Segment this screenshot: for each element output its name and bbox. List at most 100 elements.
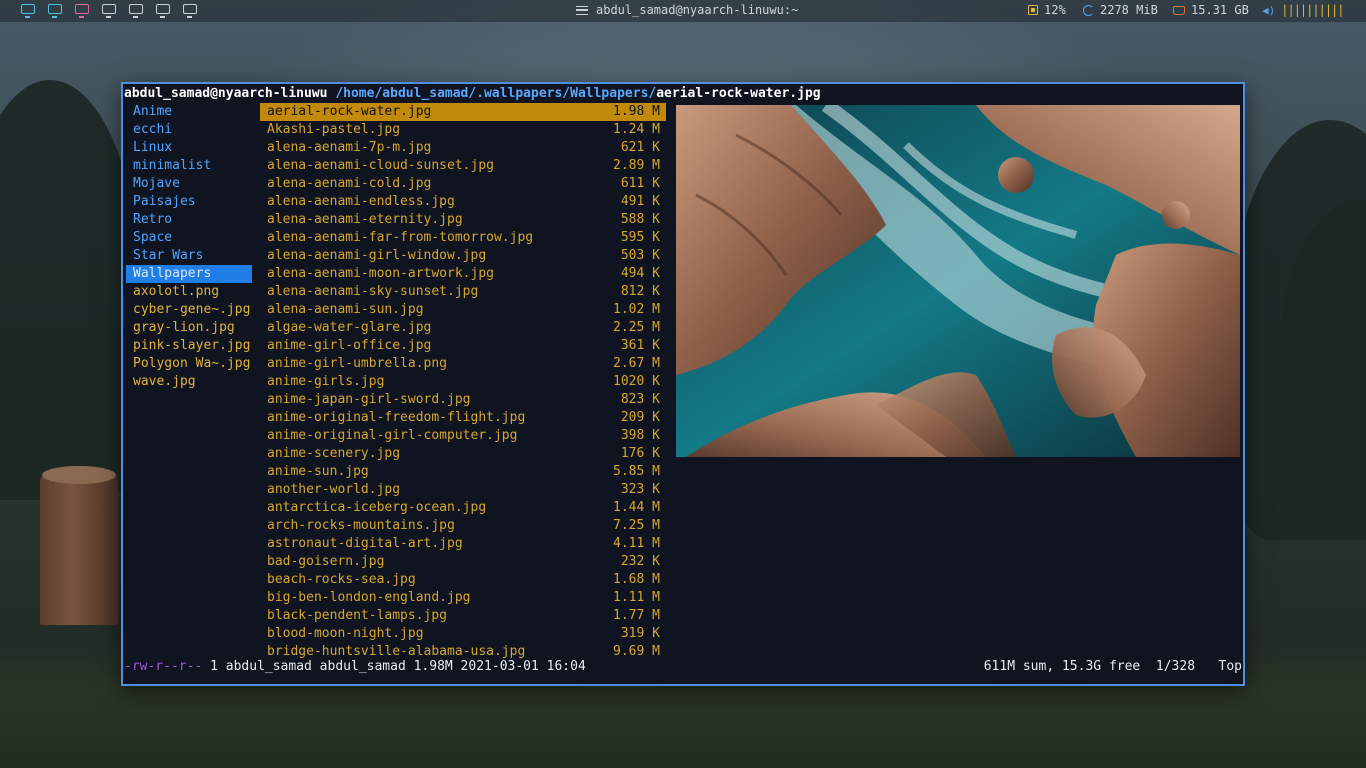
file-row[interactable]: alena-aenami-moon-artwork.jpg 494 K bbox=[260, 265, 666, 283]
file-name: Akashi-pastel.jpg bbox=[267, 122, 401, 137]
current-file-name: aerial-rock-water.jpg bbox=[656, 86, 821, 101]
file-row[interactable]: alena-aenami-endless.jpg 491 K bbox=[260, 193, 666, 211]
file-row[interactable]: anime-japan-girl-sword.jpg 823 K bbox=[260, 391, 666, 409]
file-row[interactable]: anime-girl-umbrella.png 2.67 M bbox=[260, 355, 666, 373]
file-size: 1.24 M bbox=[613, 122, 660, 137]
workspace-2-icon[interactable] bbox=[48, 4, 62, 18]
disk-widget: 15.31 GB bbox=[1173, 3, 1249, 17]
parent-file-item[interactable]: axolotl.png bbox=[126, 283, 252, 301]
dir-item-mojave[interactable]: Mojave bbox=[126, 175, 252, 193]
file-row[interactable]: anime-original-freedom-flight.jpg 209 K bbox=[260, 409, 666, 427]
menu-icon bbox=[576, 5, 588, 15]
workspace-7-icon[interactable] bbox=[183, 4, 197, 18]
file-size: 209 K bbox=[620, 410, 660, 425]
workspace-4-icon[interactable] bbox=[102, 4, 116, 18]
file-row[interactable]: anime-girl-office.jpg 361 K bbox=[260, 337, 666, 355]
file-row[interactable]: alena-aenami-girl-window.jpg 503 K bbox=[260, 247, 666, 265]
dir-item-ecchi[interactable]: ecchi bbox=[126, 121, 252, 139]
dir-item-wallpapers[interactable]: Wallpapers bbox=[126, 265, 252, 283]
file-name: anime-sun.jpg bbox=[267, 464, 369, 479]
volume-level: |||||||||| bbox=[1281, 3, 1344, 17]
file-row[interactable]: anime-original-girl-computer.jpg 398 K bbox=[260, 427, 666, 445]
file-name: anime-girls.jpg bbox=[267, 374, 385, 389]
file-row[interactable]: alena-aenami-sky-sunset.jpg 812 K bbox=[260, 283, 666, 301]
workspace-3-icon[interactable] bbox=[75, 4, 89, 18]
volume-widget[interactable]: ◀) |||||||||| bbox=[1262, 3, 1345, 17]
file-name: big-ben-london-england.jpg bbox=[267, 590, 471, 605]
file-row[interactable]: astronaut-digital-art.jpg 4.11 M bbox=[260, 535, 666, 553]
file-size: 595 K bbox=[620, 230, 660, 245]
file-name: arch-rocks-mountains.jpg bbox=[267, 518, 455, 533]
file-row[interactable]: alena-aenami-cold.jpg 611 K bbox=[260, 175, 666, 193]
workspace-5-icon[interactable] bbox=[129, 4, 143, 18]
file-size: 1.11 M bbox=[613, 590, 660, 605]
file-name: alena-aenami-sun.jpg bbox=[267, 302, 424, 317]
file-size: 232 K bbox=[620, 554, 660, 569]
file-row[interactable]: anime-sun.jpg 5.85 M bbox=[260, 463, 666, 481]
workspace-1-icon[interactable] bbox=[21, 4, 35, 18]
file-row[interactable]: anime-scenery.jpg 176 K bbox=[260, 445, 666, 463]
dir-item-minimalist[interactable]: minimalist bbox=[126, 157, 252, 175]
parent-file-item[interactable]: Polygon Wa~.jpg bbox=[126, 355, 252, 373]
file-row[interactable]: arch-rocks-mountains.jpg 7.25 M bbox=[260, 517, 666, 535]
file-row[interactable]: antarctica-iceberg-ocean.jpg 1.44 M bbox=[260, 499, 666, 517]
file-size: 319 K bbox=[620, 626, 660, 641]
cpu-widget: 12% bbox=[1028, 3, 1066, 17]
cpu-value: 12% bbox=[1044, 3, 1066, 17]
dir-item-anime[interactable]: Anime bbox=[126, 103, 252, 121]
parent-file-item[interactable]: wave.jpg bbox=[126, 373, 252, 391]
image-preview bbox=[676, 105, 1240, 457]
file-size: 494 K bbox=[620, 266, 660, 281]
file-size: 4.11 M bbox=[613, 536, 660, 551]
dir-item-linux[interactable]: Linux bbox=[126, 139, 252, 157]
file-row[interactable]: anime-girls.jpg 1020 K bbox=[260, 373, 666, 391]
parent-file-item[interactable]: gray-lion.jpg bbox=[126, 319, 252, 337]
file-row[interactable]: blood-moon-night.jpg 319 K bbox=[260, 625, 666, 643]
window-title-text: abdul_samad@nyaarch-linuwu:~ bbox=[596, 3, 799, 17]
terminal-window[interactable]: abdul_samad@nyaarch-linuwu /home/abdul_s… bbox=[121, 82, 1245, 686]
file-row[interactable]: alena-aenami-far-from-tomorrow.jpg 595 K bbox=[260, 229, 666, 247]
dir-item-space[interactable]: Space bbox=[126, 229, 252, 247]
file-row[interactable]: big-ben-london-england.jpg 1.11 M bbox=[260, 589, 666, 607]
file-name: another-world.jpg bbox=[267, 482, 401, 497]
file-row[interactable]: another-world.jpg 323 K bbox=[260, 481, 666, 499]
file-size: 812 K bbox=[620, 284, 660, 299]
parent-file-item[interactable]: cyber-gene~.jpg bbox=[126, 301, 252, 319]
file-row[interactable]: bad-goisern.jpg 232 K bbox=[260, 553, 666, 571]
workspace-6-icon[interactable] bbox=[156, 4, 170, 18]
file-size: 7.25 M bbox=[613, 518, 660, 533]
file-row[interactable]: alena-aenami-sun.jpg 1.02 M bbox=[260, 301, 666, 319]
memory-value: 2278 MiB bbox=[1100, 3, 1158, 17]
file-row[interactable]: alena-aenami-cloud-sunset.jpg 2.89 M bbox=[260, 157, 666, 175]
file-name: alena-aenami-far-from-tomorrow.jpg bbox=[267, 230, 534, 245]
dir-item-star-wars[interactable]: Star Wars bbox=[126, 247, 252, 265]
file-row[interactable]: alena-aenami-eternity.jpg 588 K bbox=[260, 211, 666, 229]
path-header: abdul_samad@nyaarch-linuwu /home/abdul_s… bbox=[124, 85, 821, 103]
file-name: alena-aenami-cloud-sunset.jpg bbox=[267, 158, 494, 173]
file-name: anime-girl-office.jpg bbox=[267, 338, 432, 353]
file-row[interactable]: algae-water-glare.jpg 2.25 M bbox=[260, 319, 666, 337]
aerial-rock-water-preview bbox=[676, 105, 1240, 457]
file-row[interactable]: beach-rocks-sea.jpg 1.68 M bbox=[260, 571, 666, 589]
file-size: 611 K bbox=[620, 176, 660, 191]
file-name: aerial-rock-water.jpg bbox=[267, 104, 432, 119]
file-row[interactable]: Akashi-pastel.jpg 1.24 M bbox=[260, 121, 666, 139]
file-size: 491 K bbox=[620, 194, 660, 209]
file-size: 2.67 M bbox=[613, 356, 660, 371]
file-size: 2.25 M bbox=[613, 320, 660, 335]
dir-item-retro[interactable]: Retro bbox=[126, 211, 252, 229]
file-permissions: -rw-r--r-- bbox=[124, 659, 203, 674]
file-size: 1.68 M bbox=[613, 572, 660, 587]
file-name: anime-scenery.jpg bbox=[267, 446, 401, 461]
file-row-selected[interactable]: aerial-rock-water.jpg 1.98 M bbox=[260, 103, 666, 121]
dir-item-paisajes[interactable]: Paisajes bbox=[126, 193, 252, 211]
file-name: anime-original-girl-computer.jpg bbox=[267, 428, 518, 443]
file-size: 5.85 M bbox=[613, 464, 660, 479]
file-details: 1 abdul_samad abdul_samad 1.98M 2021-03-… bbox=[202, 659, 586, 674]
cpu-icon bbox=[1028, 5, 1038, 15]
file-name: bad-goisern.jpg bbox=[267, 554, 385, 569]
file-name: alena-aenami-moon-artwork.jpg bbox=[267, 266, 494, 281]
file-row[interactable]: alena-aenami-7p-m.jpg 621 K bbox=[260, 139, 666, 157]
file-row[interactable]: black-pendent-lamps.jpg 1.77 M bbox=[260, 607, 666, 625]
parent-file-item[interactable]: pink-slayer.jpg bbox=[126, 337, 252, 355]
